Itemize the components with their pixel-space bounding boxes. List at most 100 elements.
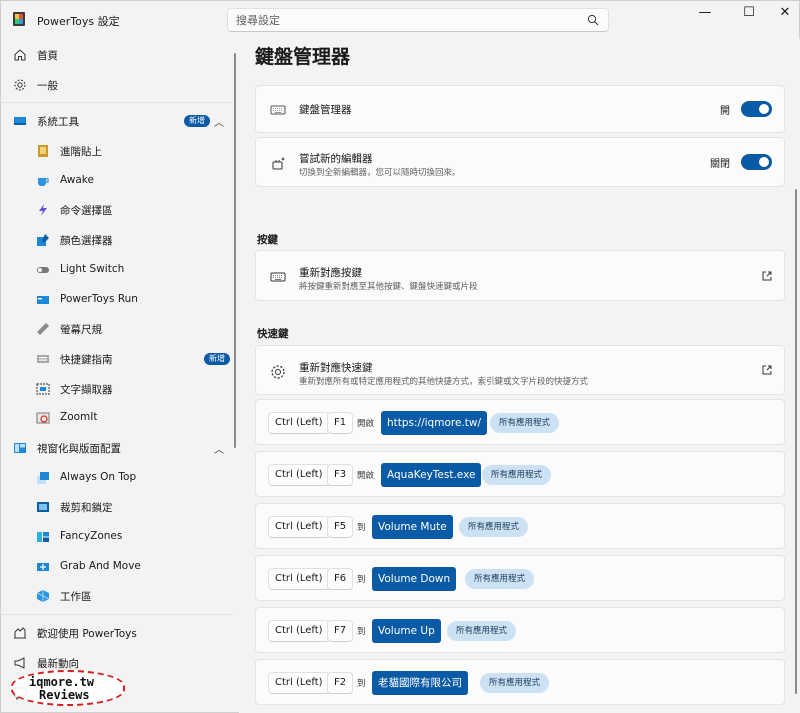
section-header-shortcuts: 快速鍵 <box>257 328 289 340</box>
advanced-paste-icon <box>38 145 48 157</box>
app-scope-pill: 所有應用程式 <box>465 569 535 589</box>
text-extractor-icon <box>36 383 50 395</box>
action-label: 到 <box>357 627 366 637</box>
sidebar-group-windowing[interactable]: 視窗化與版面配置 ︿ <box>1 434 237 462</box>
new-editor-toggle[interactable] <box>741 154 772 170</box>
sidebar-item-awake[interactable]: Awake <box>1 167 237 195</box>
zoomit-icon <box>36 412 50 424</box>
screen-ruler-icon <box>37 323 49 335</box>
open-external-icon[interactable] <box>762 365 772 375</box>
sidebar-item-fancyzones[interactable]: FancyZones <box>1 523 237 551</box>
sidebar-item-light-switch[interactable]: Light Switch <box>1 256 237 284</box>
sidebar-scrollbar[interactable] <box>234 53 236 448</box>
always-on-top-icon <box>37 472 49 484</box>
search-input[interactable] <box>236 12 576 28</box>
search-box[interactable] <box>227 8 609 32</box>
awake-cup-icon <box>38 178 49 186</box>
sidebar-item-always-on-top[interactable]: Always On Top <box>1 464 237 492</box>
sidebar-item-powertoys-run[interactable]: PowerToys Run <box>1 286 237 314</box>
remap-keys-card[interactable]: 重新對應按鍵 將按鍵重新對應至其他按鍵、鍵盤快速鍵或片段 <box>255 250 785 301</box>
powertoys-run-icon <box>37 296 49 304</box>
shortcut-mapping-row[interactable]: Ctrl (Left) F5 到 Volume Mute 所有應用程式 <box>255 503 785 549</box>
sidebar-item-label: Grab And Move <box>60 560 141 572</box>
app-scope-pill: 所有應用程式 <box>482 465 552 485</box>
powertoys-window: PowerToys 設定 — ☐ ✕ 首頁 一般 系統工具 新增 ︿ 進階貼上 <box>0 0 800 713</box>
toggle-state-label: 開 <box>720 106 730 117</box>
gear-icon <box>271 365 285 379</box>
sidebar-item-command-palette[interactable]: 命令選擇區 <box>1 196 237 224</box>
shortcut-mapping-row[interactable]: Ctrl (Left) F7 到 Volume Up 所有應用程式 <box>255 607 785 653</box>
title-bar: PowerToys 設定 — ☐ ✕ <box>1 1 800 39</box>
page-title: 鍵盤管理器 <box>255 46 351 68</box>
sidebar-divider <box>1 102 233 103</box>
sidebar-item-home[interactable]: 首頁 <box>1 41 237 69</box>
powertoys-logo-icon <box>13 12 25 26</box>
enable-keyboard-manager-toggle[interactable] <box>741 101 772 117</box>
target-value: 老貓國際有限公司 <box>372 671 468 695</box>
keyboard-icon <box>270 272 286 282</box>
sidebar-item-workspaces[interactable]: 工作區 <box>1 582 237 610</box>
new-badge: 新增 <box>184 115 210 127</box>
trigger-key: F7 <box>327 620 354 642</box>
sidebar-item-crop-and-lock[interactable]: 裁剪和鎖定 <box>1 493 237 521</box>
toggle-wrap: 開 <box>702 101 772 117</box>
action-label: 開啟 <box>357 419 375 429</box>
sidebar-item-label: Light Switch <box>60 263 125 275</box>
target-value: https://iqmore.tw/ <box>381 411 487 435</box>
card-title: 嘗試新的編輯器 <box>299 153 373 165</box>
toggle-state-label: 關閉 <box>710 159 730 170</box>
shortcut-mapping-row[interactable]: Ctrl (Left) F3 開啟 AquaKeyTest.exe 所有應用程式 <box>255 451 785 497</box>
remap-shortcuts-card[interactable]: 重新對應快速鍵 重新對應所有或特定應用程式的其他快捷方式，索引鍵或文字片段的快捷… <box>255 345 785 395</box>
shortcut-guide-icon <box>37 355 49 363</box>
sidebar-item-label: PowerToys Run <box>60 293 138 305</box>
modifier-key: Ctrl (Left) <box>268 620 330 642</box>
sidebar-item-label: 命令選擇區 <box>60 205 113 217</box>
home-icon <box>14 49 26 61</box>
new-editor-card: 嘗試新的編輯器 切換到全新編輯器，您可以隨時切換回來。 關閉 <box>255 137 785 187</box>
section-header-keys: 按鍵 <box>257 234 278 246</box>
sidebar-group-system-tools[interactable]: 系統工具 新增 ︿ <box>1 107 237 135</box>
target-value: Volume Mute <box>372 515 453 539</box>
modifier-key: Ctrl (Left) <box>268 516 330 538</box>
target-value: AquaKeyTest.exe <box>381 463 482 487</box>
action-label: 開啟 <box>357 471 375 481</box>
watermark-line1: iqmore.tw <box>29 675 95 689</box>
sidebar-item-label: 視窗化與版面配置 <box>37 443 121 455</box>
chevron-up-icon[interactable]: ︿ <box>214 441 224 456</box>
sidebar-item-general[interactable]: 一般 <box>1 71 237 99</box>
shortcut-mapping-row[interactable]: Ctrl (Left) F1 開啟 https://iqmore.tw/ 所有應… <box>255 399 785 445</box>
main-scrollbar[interactable] <box>795 189 797 694</box>
card-title: 重新對應按鍵 <box>299 267 362 279</box>
shortcut-mapping-row[interactable]: Ctrl (Left) F6 到 Volume Down 所有應用程式 <box>255 555 785 601</box>
sidebar-item-color-picker[interactable]: 顏色選擇器 <box>1 226 237 254</box>
sidebar-item-text-extractor[interactable]: 文字擷取器 <box>1 375 237 403</box>
sidebar-item-advanced-paste[interactable]: 進階貼上 <box>1 137 237 165</box>
trigger-key: F5 <box>327 516 354 538</box>
main-content: 鍵盤管理器 鍵盤管理器 開 嘗試新的編輯器 切換到全新編輯器，您可以隨時切換回來… <box>239 39 800 713</box>
minimize-button[interactable]: — <box>691 5 719 23</box>
search-icon[interactable] <box>587 14 599 26</box>
trigger-key: F2 <box>327 672 354 694</box>
modifier-key: Ctrl (Left) <box>268 568 330 590</box>
shortcut-mapping-row[interactable]: Ctrl (Left) F2 到 老貓國際有限公司 所有應用程式 <box>255 659 785 705</box>
sidebar-item-zoomit[interactable]: ZoomIt <box>1 404 237 432</box>
grab-and-move-icon <box>37 563 49 571</box>
app-scope-pill: 所有應用程式 <box>490 413 560 433</box>
chevron-up-icon[interactable]: ︿ <box>214 114 224 129</box>
open-external-icon[interactable] <box>762 271 772 281</box>
sidebar-item-shortcut-guide[interactable]: 快捷鍵指南 新增 <box>1 345 237 373</box>
keyboard-icon <box>270 105 286 115</box>
maximize-button[interactable]: ☐ <box>735 5 763 23</box>
sidebar-item-label: 系統工具 <box>37 116 79 128</box>
system-tools-icon <box>14 117 26 125</box>
sidebar-item-screen-ruler[interactable]: 螢幕尺規 <box>1 315 237 343</box>
welcome-icon <box>14 627 26 639</box>
sidebar-item-label: 進階貼上 <box>60 146 102 158</box>
modifier-key: Ctrl (Left) <box>268 464 330 486</box>
sidebar-item-grab-and-move[interactable]: Grab And Move <box>1 553 237 581</box>
close-button[interactable]: ✕ <box>771 5 799 23</box>
megaphone-icon <box>14 657 25 669</box>
windowing-icon <box>14 443 26 453</box>
sidebar-item-label: FancyZones <box>60 530 123 542</box>
sidebar-item-welcome[interactable]: 歡迎使用 PowerToys <box>1 619 237 647</box>
